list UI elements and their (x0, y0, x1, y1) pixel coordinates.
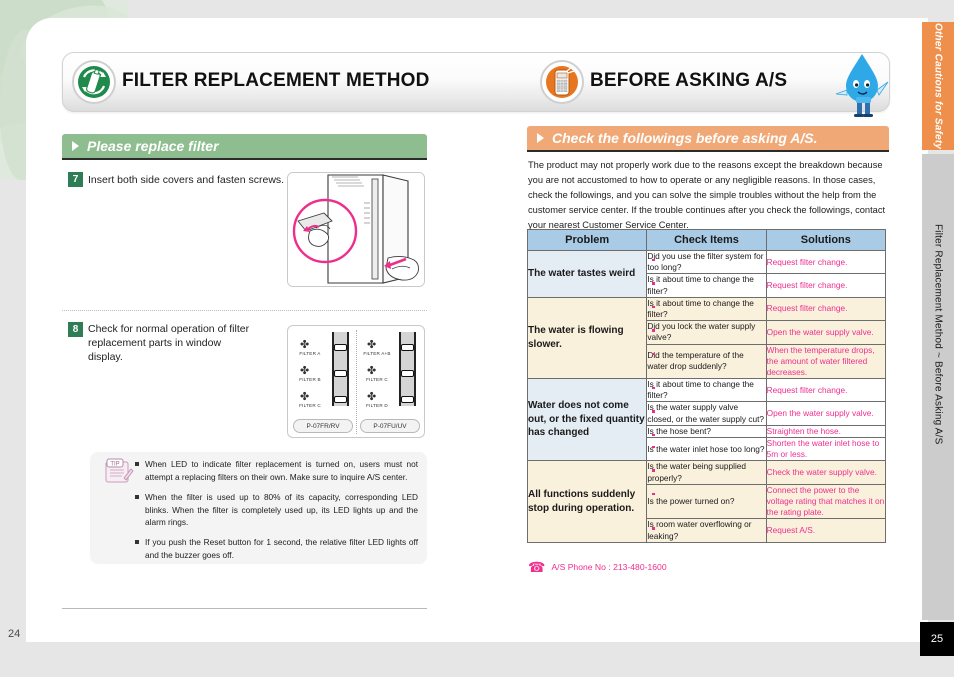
check-item-cell: Did you lock the water supply valve? (646, 320, 767, 345)
check-item-cell: Is the hose bent? (646, 424, 767, 439)
section-title: Please replace filter (87, 138, 219, 154)
table-row: Water does not come out, or the fixed qu… (526, 378, 887, 462)
step-text-8: Check for normal operation of filter rep… (88, 323, 250, 364)
problem-cell: The water tastes weird (526, 250, 648, 298)
triangle-icon (537, 133, 544, 143)
check-item-cell: Did you use the filter system for too lo… (646, 249, 767, 275)
page-number-right: 25 (920, 622, 954, 656)
problem-cell: All functions suddenly stop during opera… (526, 460, 648, 543)
solution-cell: Shorten the water inlet hose to 5m or le… (765, 436, 887, 462)
column-header-solutions: Solutions (765, 229, 887, 251)
filter-recycle-icon (72, 60, 116, 104)
intro-paragraph: The product may not properly work due to… (528, 160, 886, 231)
triangle-icon (72, 141, 79, 151)
filter-label: FILTER D (366, 403, 388, 408)
filter-indicator-row: ✤ FILTER C (355, 364, 415, 390)
table-row: The water is flowing slower. Is it about… (526, 296, 887, 380)
solution-cell: Connect the power to the voltage rating … (765, 483, 887, 520)
left-column-bottom-rule (62, 608, 427, 609)
side-tab-filter-replacement[interactable]: Filter Replacement Method ~ Before Askin… (922, 154, 954, 514)
column-header-check-items: Check Items (646, 229, 767, 251)
filter-indicator-row: ✤ FILTER B (288, 364, 348, 390)
step-number-8: 8 (68, 322, 83, 337)
check-item-cell: Is it about time to change the filter? (646, 378, 767, 403)
step-number-7: 7 (68, 172, 83, 187)
filter-symbol-icon: ✤ (367, 365, 377, 377)
solution-cell: Open the water supply valve. (765, 401, 887, 426)
check-item-cell: Is the water inlet hose too long? (646, 436, 767, 462)
filter-symbol-icon: ✤ (367, 391, 377, 403)
check-item-cell: Is room water overflowing or leaking? (646, 518, 767, 543)
check-item-cell: Did the temperature of the water drop su… (646, 343, 767, 380)
filter-label: FILTER A (299, 351, 321, 356)
step-8-illustration: ✤ FILTER A ✤ FILTER B ✤ FILTER C ✤ FILTE… (287, 325, 425, 438)
solution-cell: Request filter change. (765, 378, 887, 403)
step-7-illustration (287, 172, 425, 287)
water-drop-mascot (834, 52, 892, 118)
check-item-cell: Is the water being supplied properly? (646, 460, 767, 485)
filter-symbol-icon: ✤ (300, 365, 310, 377)
filter-label: FILTER A+B (363, 351, 391, 356)
page-title-right: BEFORE ASKING A/S (590, 70, 788, 91)
tip-item: If you push the Reset button for 1 secon… (135, 536, 418, 562)
solution-cell: Request filter change. (765, 273, 887, 298)
filter-label: FILTER B (299, 377, 321, 382)
solution-cell: Request filter change. (765, 296, 887, 322)
filter-symbol-icon: ✤ (300, 339, 310, 351)
svg-text:TIP: TIP (110, 462, 119, 468)
troubleshooting-table: Problem Check Items Solutions The water … (526, 229, 887, 543)
telephone-icon: ☎ (528, 559, 546, 575)
filter-symbol-icon: ✤ (300, 391, 310, 403)
tip-list: When LED to indicate filter replacement … (135, 458, 418, 569)
filter-indicator-row: ✤ FILTER C (288, 390, 348, 416)
filter-symbol-icon: ✤ (367, 339, 377, 351)
problem-cell: The water is flowing slower. (526, 296, 648, 380)
telephone-icon (540, 60, 584, 104)
side-tab-label: Filter Replacement Method ~ Before Askin… (932, 223, 944, 445)
table-header-row: Problem Check Items Solutions (526, 229, 887, 251)
side-tab-filler (922, 514, 954, 620)
solution-cell: Straighten the hose. (765, 424, 887, 439)
check-item-cell: Is the power turned on? (646, 483, 767, 520)
as-phone-line: ☎ A/S Phone No : 213-480-1600 (528, 560, 667, 574)
model-tag-right: P-07FU/UV (360, 419, 420, 433)
page-sheet-footer (26, 610, 902, 642)
side-tab-other-cautions[interactable]: Other Cautions for Safety (922, 22, 954, 150)
solution-cell: Check the water supply valve. (765, 460, 887, 485)
column-header-problem: Problem (526, 229, 648, 251)
tip-note-icon: TIP (100, 456, 134, 486)
table-row: All functions suddenly stop during opera… (526, 460, 887, 543)
section-divider (62, 310, 427, 311)
section-header-check-followings: Check the followings before asking A/S. (527, 126, 889, 152)
tip-item: When LED to indicate filter replacement … (135, 458, 418, 484)
solution-cell: Open the water supply valve. (765, 320, 887, 345)
side-tab-label: Other Cautions for Safety (932, 22, 944, 150)
step-text-7: Insert both side covers and fasten screw… (88, 174, 285, 186)
page-root: Other Cautions for Safety Filter Replace… (0, 0, 954, 677)
filter-indicator-row: ✤ FILTER A (288, 338, 348, 364)
solution-cell: Request filter change. (765, 249, 887, 275)
as-phone-text: A/S Phone No : 213-480-1600 (551, 562, 667, 572)
problem-cell: Water does not come out, or the fixed qu… (526, 378, 648, 462)
check-item-cell: Is it about time to change the filter? (646, 273, 767, 298)
check-item-cell: Is the water supply valve closed, or the… (646, 401, 767, 426)
filter-indicator-row: ✤ FILTER D (355, 390, 415, 416)
section-title: Check the followings before asking A/S. (552, 130, 818, 146)
page-title-left: FILTER REPLACEMENT METHOD (122, 70, 430, 91)
check-item-cell: Is it about time to change the filter? (646, 296, 767, 322)
model-tag-left: P-07FR/RV (293, 419, 353, 433)
filter-label: FILTER C (366, 377, 388, 382)
filter-indicator-row: ✤ FILTER A+B (355, 338, 415, 364)
solution-cell: Request A/S. (765, 518, 887, 543)
tip-item: When the filter is used up to 80% of its… (135, 491, 418, 530)
table-row: The water tastes weird Did you use the f… (526, 249, 887, 298)
solution-cell: When the temperature drops, the amount o… (765, 343, 887, 380)
page-number-left: 24 (8, 628, 21, 640)
filter-label: FILTER C (299, 403, 321, 408)
section-header-replace-filter: Please replace filter (62, 134, 427, 160)
